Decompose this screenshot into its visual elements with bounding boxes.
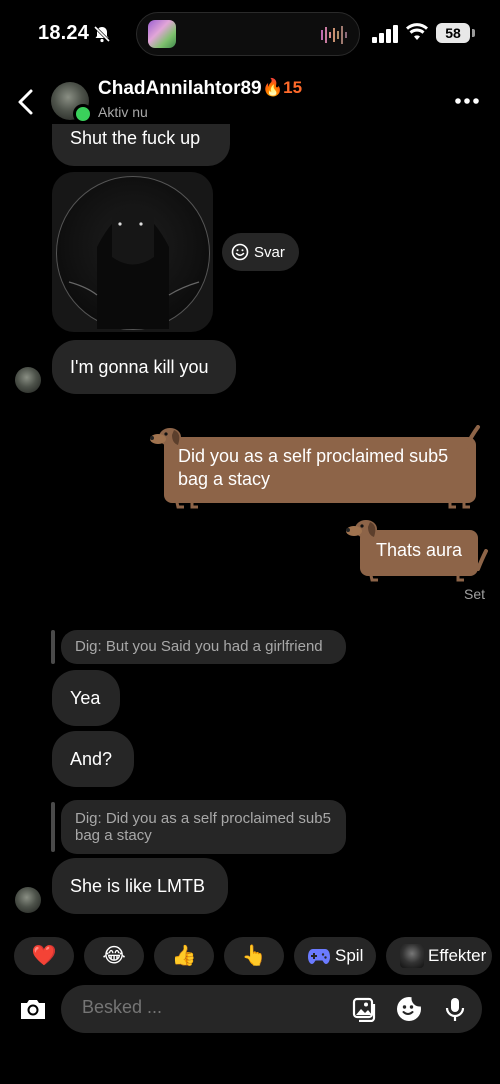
sticker-icon[interactable] — [396, 996, 422, 1022]
dachshund-tail-icon — [464, 425, 480, 449]
reply-indicator-bar — [51, 802, 55, 852]
sender-avatar[interactable] — [15, 367, 41, 393]
figure-silhouette-icon — [68, 207, 200, 329]
games-button[interactable]: Spil — [294, 937, 376, 975]
received-message[interactable]: She is like LMTB — [52, 858, 228, 914]
more-options-icon[interactable] — [454, 96, 480, 106]
received-message[interactable]: Shut the fuck up — [52, 124, 230, 166]
dachshund-head-icon — [346, 520, 377, 538]
dachshund-legs-icon — [368, 571, 464, 582]
seen-status: Set — [464, 586, 486, 602]
dachshund-tail-icon — [476, 549, 488, 571]
microphone-icon[interactable] — [442, 996, 468, 1022]
quick-react-thumbs-up[interactable]: 👍 — [154, 937, 214, 975]
received-message[interactable]: Yea — [52, 670, 120, 726]
reply-indicator-bar — [51, 630, 55, 664]
app-thumbnail — [148, 20, 176, 48]
effects-thumbnail — [400, 944, 424, 968]
quick-react-laugh[interactable]: 😂 — [84, 937, 144, 975]
online-status-dot — [73, 104, 93, 124]
dachshund-head-icon — [150, 428, 181, 446]
video-thumbnail[interactable] — [56, 176, 210, 330]
dachshund-legs-icon — [174, 498, 470, 509]
streak-badge: 🔥15 — [262, 78, 303, 97]
audio-wave-icon — [321, 26, 347, 44]
received-message[interactable]: I'm gonna kill you — [52, 340, 236, 394]
battery-tip — [472, 29, 475, 37]
contact-name[interactable]: ChadAnnilahtor89 — [98, 78, 262, 100]
active-status: Aktiv nu — [98, 104, 148, 120]
battery-indicator: 58 — [436, 23, 470, 43]
quick-react-point-up[interactable]: 👆 — [224, 937, 284, 975]
sender-avatar[interactable] — [15, 887, 41, 913]
reply-context[interactable]: Dig: But you Said you had a girlfriend — [61, 630, 346, 664]
wifi-icon — [406, 23, 428, 40]
effects-label: Effekter — [428, 946, 487, 965]
sent-message[interactable]: Did you as a self proclaimed sub5 bag a … — [164, 437, 476, 503]
camera-icon[interactable] — [18, 994, 48, 1024]
back-chevron-icon[interactable] — [14, 88, 38, 116]
effects-button[interactable]: Effekter — [386, 937, 492, 975]
games-label: Spil — [335, 946, 364, 965]
bell-muted-icon — [93, 25, 111, 43]
gamepad-icon — [308, 949, 330, 964]
message-input[interactable] — [82, 997, 332, 1018]
gallery-icon[interactable] — [352, 996, 378, 1022]
reply-button-label[interactable]: Svar — [254, 244, 285, 261]
quick-react-heart[interactable]: ❤️ — [14, 937, 74, 975]
signal-icon — [372, 25, 398, 43]
reply-context[interactable]: Dig: Did you as a self proclaimed sub5 b… — [61, 800, 346, 854]
status-time: 18.24 — [38, 22, 90, 44]
received-message[interactable]: And? — [52, 731, 134, 787]
smiley-icon — [231, 243, 249, 261]
